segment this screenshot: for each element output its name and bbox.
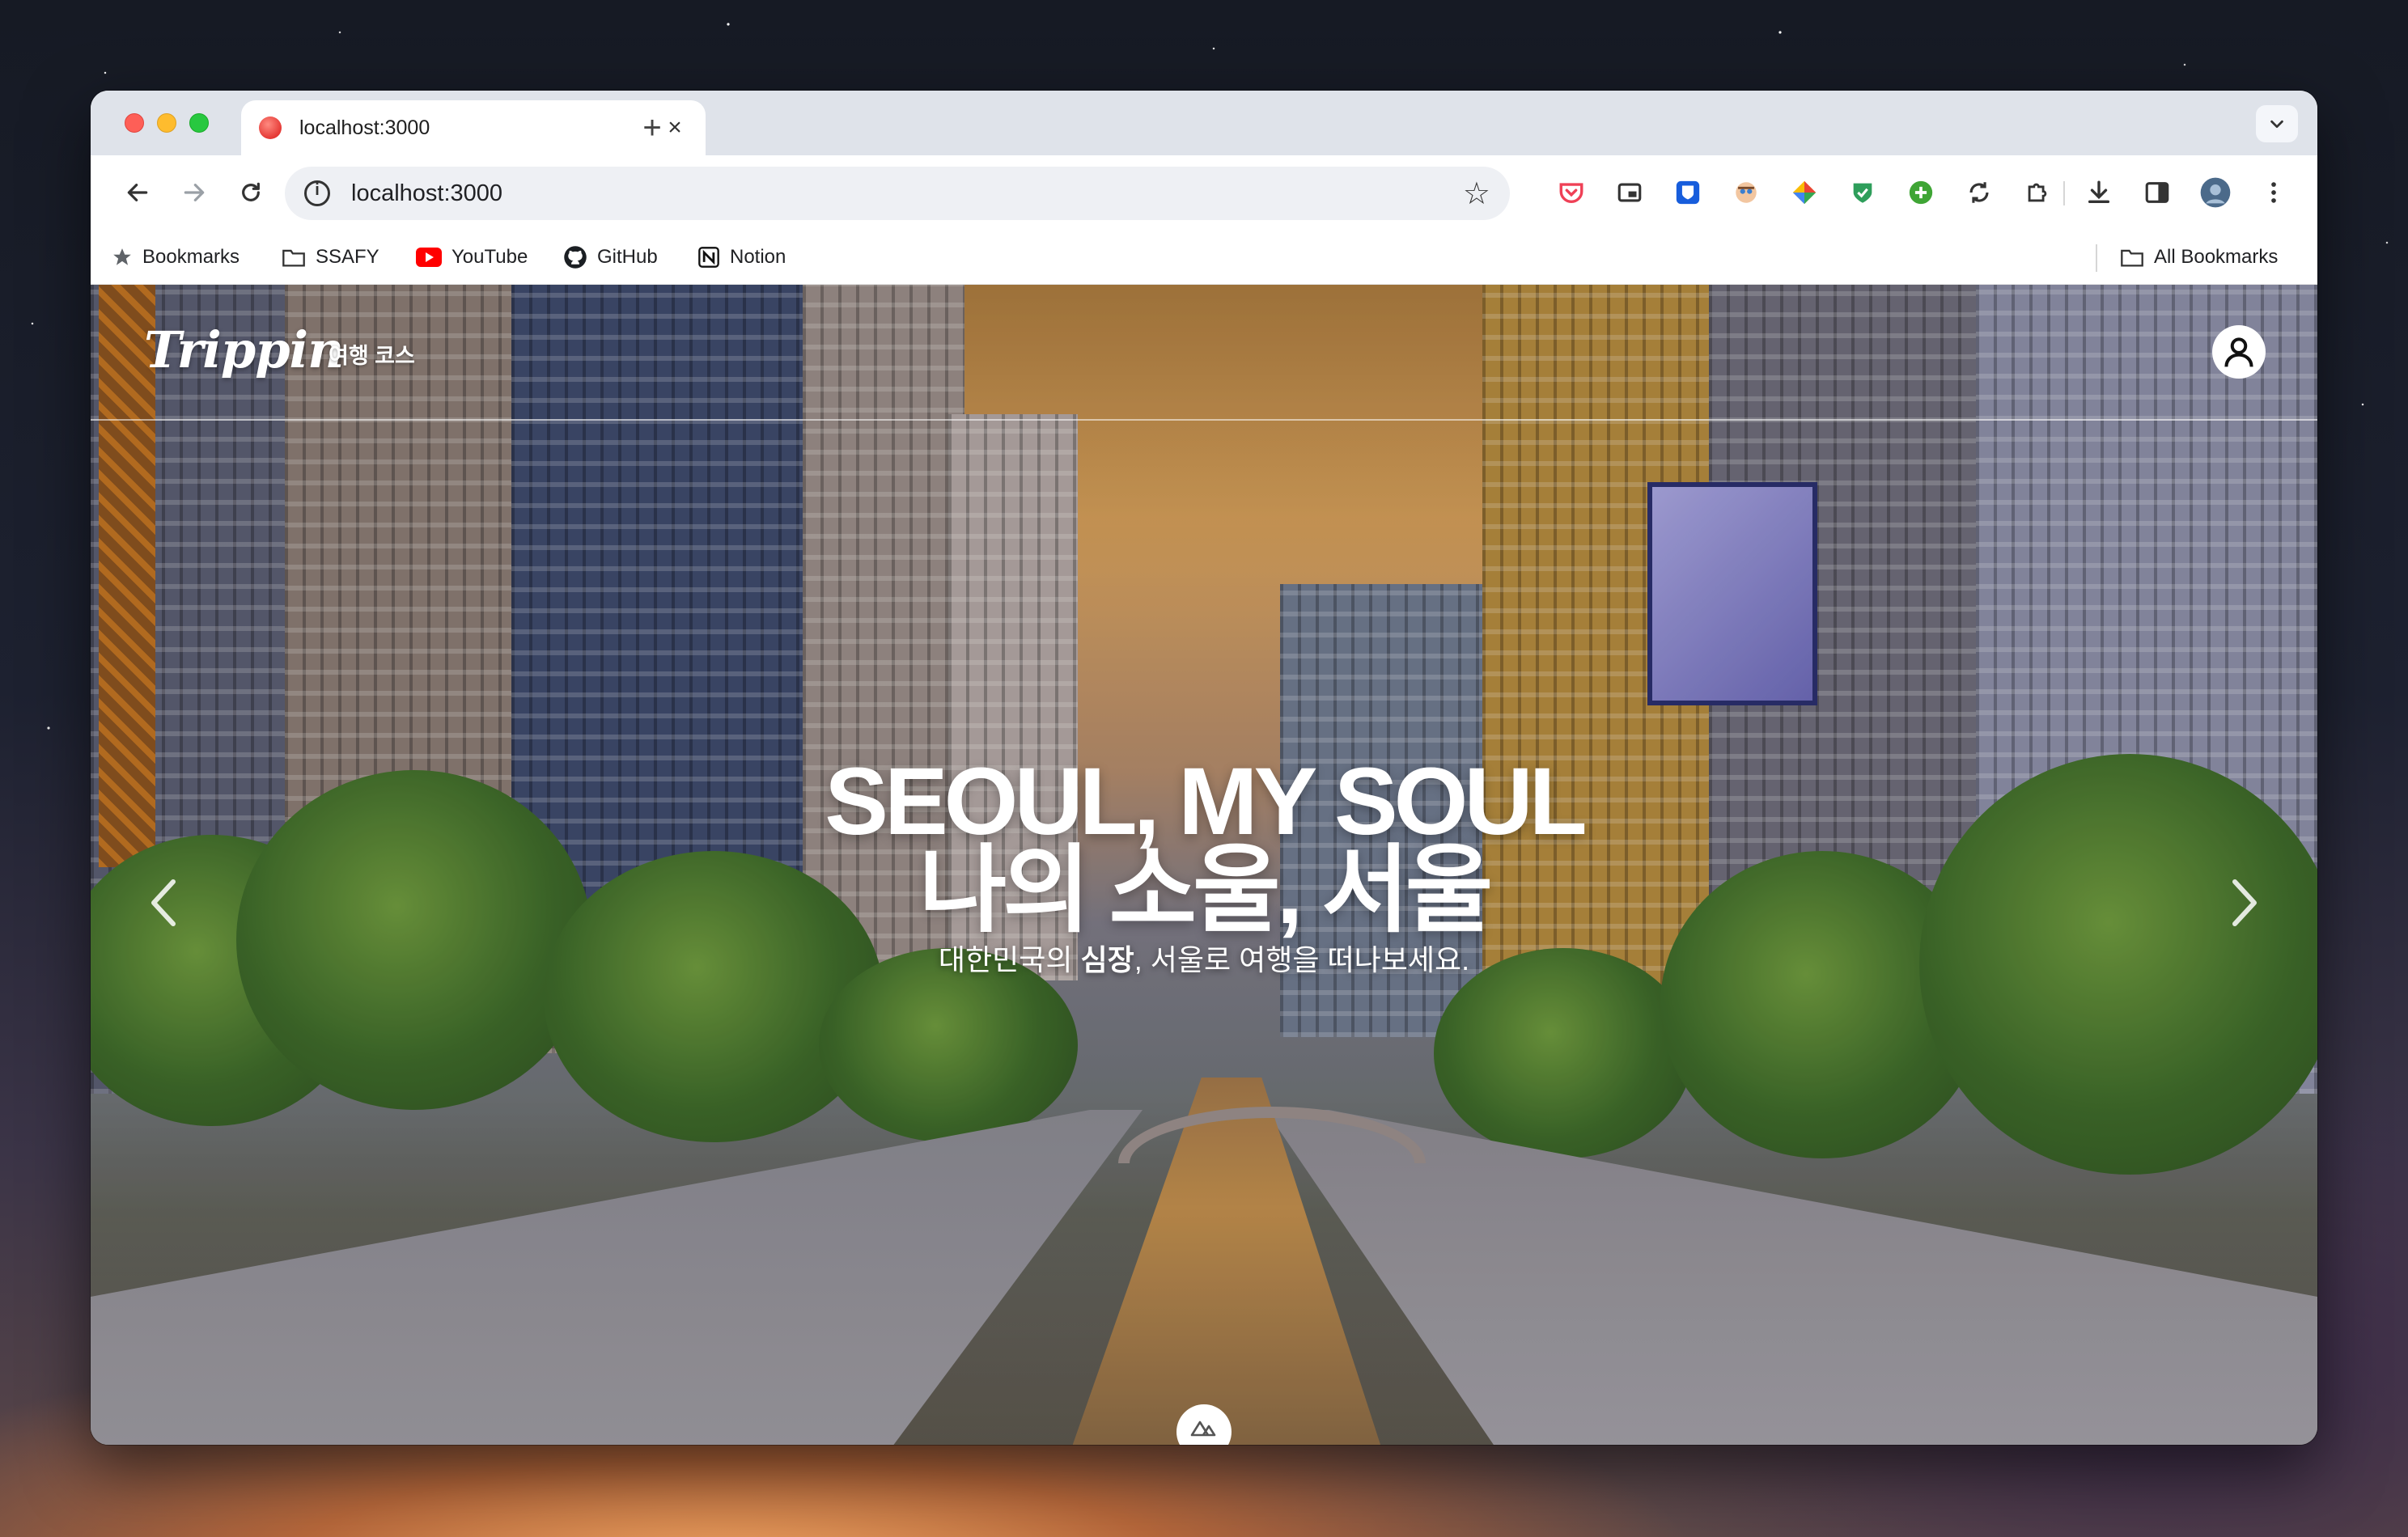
download-icon[interactable] xyxy=(2081,175,2117,210)
new-tab-button[interactable]: + xyxy=(633,108,672,147)
minimize-window-button[interactable] xyxy=(157,113,176,133)
chevron-right-icon xyxy=(2232,879,2257,926)
hero-title-en: SEOUL, MY SOUL xyxy=(825,748,1588,855)
shield-extension-icon[interactable] xyxy=(1845,175,1880,210)
bookmark-label: SSAFY xyxy=(316,246,379,268)
reload-icon xyxy=(242,182,260,201)
profile-button[interactable] xyxy=(2212,325,2266,379)
bookmark-item-ssafy[interactable]: SSAFY xyxy=(282,243,379,272)
site-info-icon[interactable] xyxy=(304,180,330,206)
site-logo[interactable]: Trippin xyxy=(144,320,344,379)
tab-bar: localhost:3000 × + xyxy=(91,91,2317,155)
address-bar[interactable]: localhost:3000 ☆ xyxy=(285,167,1510,220)
kebab-menu-icon[interactable] xyxy=(2256,175,2291,210)
bookmark-item-github[interactable]: GitHub xyxy=(563,243,658,272)
tab-title: localhost:3000 xyxy=(299,116,430,139)
avatar-extension-icon[interactable] xyxy=(1728,175,1764,210)
add-circle-icon[interactable] xyxy=(1903,175,1939,210)
carousel-prev-button[interactable] xyxy=(139,870,188,935)
hero-subtitle-emphasis: 심장 xyxy=(1080,943,1134,976)
sidebar-icon[interactable] xyxy=(2139,175,2175,210)
bookmark-label: Notion xyxy=(730,246,786,268)
hero-subtitle: 대한민국의 심장, 서울로 여행을 떠나보세요. xyxy=(91,937,2317,979)
nav-link-travel-course[interactable]: 여행 코스 xyxy=(329,338,415,370)
chevron-down-icon xyxy=(2270,120,2283,129)
close-window-button[interactable] xyxy=(125,113,144,133)
browser-toolbar: localhost:3000 ☆ xyxy=(91,155,2317,230)
site-header: Trippin 여행 코스 xyxy=(91,285,2317,421)
folder-icon xyxy=(2120,247,2144,268)
star-icon xyxy=(112,247,133,268)
forward-button[interactable] xyxy=(175,173,214,212)
web-page: Trippin 여행 코스 SEOUL, MY SOUL 나의 소울, 서울 대… xyxy=(91,285,2317,1445)
bookmark-star-icon[interactable]: ☆ xyxy=(1463,176,1490,212)
github-icon xyxy=(563,245,587,269)
puzzle-icon[interactable] xyxy=(2020,175,2055,210)
profile-avatar-icon[interactable] xyxy=(2198,175,2233,210)
all-bookmarks-label: All Bookmarks xyxy=(2154,246,2279,268)
bookmarks-divider xyxy=(2096,244,2097,272)
bookmark-label: GitHub xyxy=(597,246,658,268)
picture-in-picture-icon[interactable] xyxy=(1612,175,1647,210)
user-icon xyxy=(2224,337,2253,367)
back-button[interactable] xyxy=(118,173,157,212)
bookmark-item-youtube[interactable]: YouTube xyxy=(416,243,528,272)
pocket-icon[interactable] xyxy=(1554,175,1589,210)
favicon-icon xyxy=(259,116,282,139)
hero-subtitle-text: 대한민국의 xyxy=(938,943,1081,976)
window-controls xyxy=(125,113,209,133)
bookmark-label: YouTube xyxy=(451,246,528,268)
bookmark-item-bookmarks[interactable]: Bookmarks xyxy=(112,243,240,272)
forward-arrow-icon xyxy=(184,184,205,201)
reload-button[interactable] xyxy=(231,173,270,212)
bookmarks-bar: Bookmarks SSAFY YouTube GitHub Notion Al… xyxy=(91,230,2317,285)
youtube-icon xyxy=(416,248,442,267)
bitwarden-icon[interactable] xyxy=(1670,175,1706,210)
toolbar-divider xyxy=(2063,181,2065,205)
browser-window: localhost:3000 × + localhost:3000 ☆ xyxy=(91,91,2317,1445)
notion-icon xyxy=(697,246,720,269)
sync-icon[interactable] xyxy=(1961,175,1997,210)
folder-icon xyxy=(282,247,306,268)
hero-title-ko: 나의 소울, 서울 xyxy=(918,837,1494,944)
all-bookmarks-button[interactable]: All Bookmarks xyxy=(2120,243,2278,272)
hero-subtitle-text: , 서울로 여행을 떠나보세요. xyxy=(1134,943,1470,976)
bookmark-label: Bookmarks xyxy=(142,246,240,268)
bookmark-item-notion[interactable]: Notion xyxy=(697,243,786,272)
nuxt-icon xyxy=(1190,1421,1216,1437)
maximize-window-button[interactable] xyxy=(189,113,209,133)
back-arrow-icon xyxy=(127,184,148,201)
chevron-left-icon xyxy=(151,879,176,926)
carousel-next-button[interactable] xyxy=(2220,870,2269,935)
color-picker-icon[interactable] xyxy=(1787,175,1822,210)
url-text[interactable]: localhost:3000 xyxy=(351,180,1463,207)
tab-search-button[interactable] xyxy=(2256,105,2298,142)
